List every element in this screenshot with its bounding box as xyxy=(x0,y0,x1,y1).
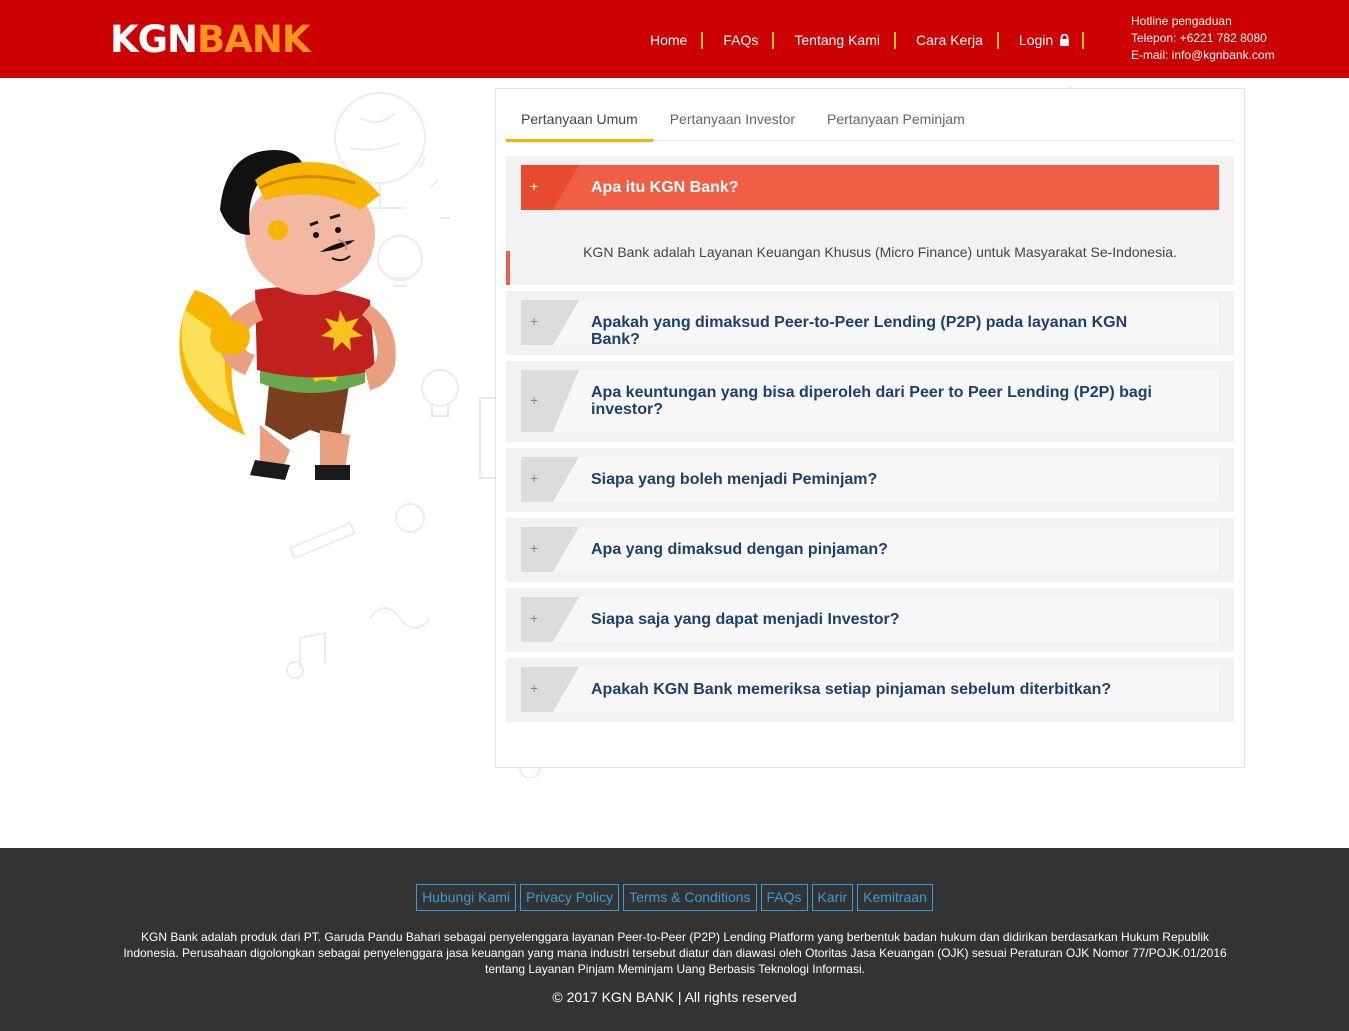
faq-question: Apa yang dimaksud dengan pinjaman? xyxy=(591,541,888,558)
main-nav: Home FAQs Tentang Kami Cara Kerja Login xyxy=(640,30,1094,50)
faq-item-open: + Apa itu KGN Bank? KGN Bank adalah Laya… xyxy=(506,156,1234,285)
plus-icon: + xyxy=(530,540,539,556)
hotline-email: E-mail: info@kgnbank.com xyxy=(1131,48,1275,62)
faq-question-header[interactable]: + Apa yang dimaksud dengan pinjaman? xyxy=(521,527,1219,572)
faq-question-header[interactable]: + Apakah KGN Bank memeriksa setiap pinja… xyxy=(521,667,1219,712)
nav-separator xyxy=(996,31,999,49)
faq-item: + Apakah KGN Bank memeriksa setiap pinja… xyxy=(506,658,1234,722)
faq-panel: Pertanyaan Umum Pertanyaan Investor Pert… xyxy=(495,88,1245,768)
tab-pertanyaan-investor[interactable]: Pertanyaan Investor xyxy=(655,89,810,141)
faq-question-header[interactable]: + Apakah yang dimaksud Peer-to-Peer Lend… xyxy=(521,300,1219,348)
lock-icon xyxy=(1060,34,1070,46)
faq-question-header[interactable]: + Apa keuntungan yang bisa diperoleh dar… xyxy=(521,370,1219,432)
footer-copyright: © 2017 KGN BANK | All rights reserved xyxy=(552,989,797,1005)
nav-login-label: Login xyxy=(1018,32,1054,48)
faq-question-header[interactable]: + Siapa saja yang dapat menjadi Investor… xyxy=(521,597,1219,642)
tab-pertanyaan-peminjam[interactable]: Pertanyaan Peminjam xyxy=(812,89,980,141)
nav-tentang-kami[interactable]: Tentang Kami xyxy=(784,30,890,50)
hotline-title: Hotline pengaduan xyxy=(1131,14,1232,28)
logo-bank: BANK xyxy=(197,18,310,61)
wayang-mascot-illustration xyxy=(179,150,396,480)
nav-separator xyxy=(893,31,896,49)
footer-link-privacy-policy[interactable]: Privacy Policy xyxy=(520,884,620,911)
hotline-phone: Telepon: +6221 782 8080 xyxy=(1131,31,1267,45)
faq-question-header[interactable]: + Siapa yang boleh menjadi Peminjam? xyxy=(521,457,1219,502)
nav-faqs[interactable]: FAQs xyxy=(713,30,768,50)
faq-question: Siapa saja yang dapat menjadi Investor? xyxy=(591,611,900,628)
plus-icon: + xyxy=(530,680,539,696)
kgn-bank-logo[interactable]: KGNBANK xyxy=(110,18,311,61)
plus-icon: + xyxy=(530,392,539,408)
faq-item: + Apa keuntungan yang bisa diperoleh dar… xyxy=(506,361,1234,442)
site-footer: Hubungi Kami Privacy Policy Terms & Cond… xyxy=(0,848,1349,1031)
faq-item: + Siapa yang boleh menjadi Peminjam? xyxy=(506,448,1234,512)
footer-link-kemitraan[interactable]: Kemitraan xyxy=(857,884,933,911)
site-header: KGNBANK Home FAQs Tentang Kami Cara Kerj… xyxy=(0,0,1349,78)
plus-icon: + xyxy=(530,470,539,486)
faq-item: + Apakah yang dimaksud Peer-to-Peer Lend… xyxy=(506,291,1234,355)
faq-question: Apakah yang dimaksud Peer-to-Peer Lendin… xyxy=(591,314,1128,348)
faq-item: + Siapa saja yang dapat menjadi Investor… xyxy=(506,588,1234,652)
nav-separator xyxy=(701,31,704,49)
plus-icon: + xyxy=(530,313,539,329)
footer-link-hubungi-kami[interactable]: Hubungi Kami xyxy=(416,884,516,911)
faq-answer: KGN Bank adalah Layanan Keuangan Khusus … xyxy=(583,244,1177,260)
footer-link-terms[interactable]: Terms & Conditions xyxy=(623,884,757,911)
plus-icon: + xyxy=(530,178,539,194)
hotline-info: Hotline pengaduan Telepon: +6221 782 808… xyxy=(1131,13,1275,64)
nav-cara-kerja[interactable]: Cara Kerja xyxy=(906,30,993,50)
faq-tabs: Pertanyaan Umum Pertanyaan Investor Pert… xyxy=(506,89,1234,142)
footer-link-karir[interactable]: Karir xyxy=(811,884,854,911)
faq-item: + Apa yang dimaksud dengan pinjaman? xyxy=(506,518,1234,582)
faq-question: Apa keuntungan yang bisa diperoleh dari … xyxy=(591,384,1152,418)
faq-question: Apakah KGN Bank memeriksa setiap pinjama… xyxy=(591,681,1112,698)
nav-separator xyxy=(1082,31,1085,49)
logo-kgn: KGN xyxy=(110,18,198,61)
faq-question: Siapa yang boleh menjadi Peminjam? xyxy=(591,471,878,488)
plus-icon: + xyxy=(530,610,539,626)
tab-pertanyaan-umum[interactable]: Pertanyaan Umum xyxy=(506,89,653,142)
faq-question: Apa itu KGN Bank? xyxy=(591,179,739,196)
footer-links: Hubungi Kami Privacy Policy Terms & Cond… xyxy=(0,884,1349,911)
nav-separator xyxy=(772,31,775,49)
faq-question-header[interactable]: + Apa itu KGN Bank? xyxy=(521,165,1219,210)
nav-login[interactable]: Login xyxy=(1009,30,1078,50)
footer-link-faqs[interactable]: FAQs xyxy=(760,884,808,911)
footer-description: KGN Bank adalah produk dari PT. Garuda P… xyxy=(123,930,1227,976)
nav-home[interactable]: Home xyxy=(640,30,697,50)
